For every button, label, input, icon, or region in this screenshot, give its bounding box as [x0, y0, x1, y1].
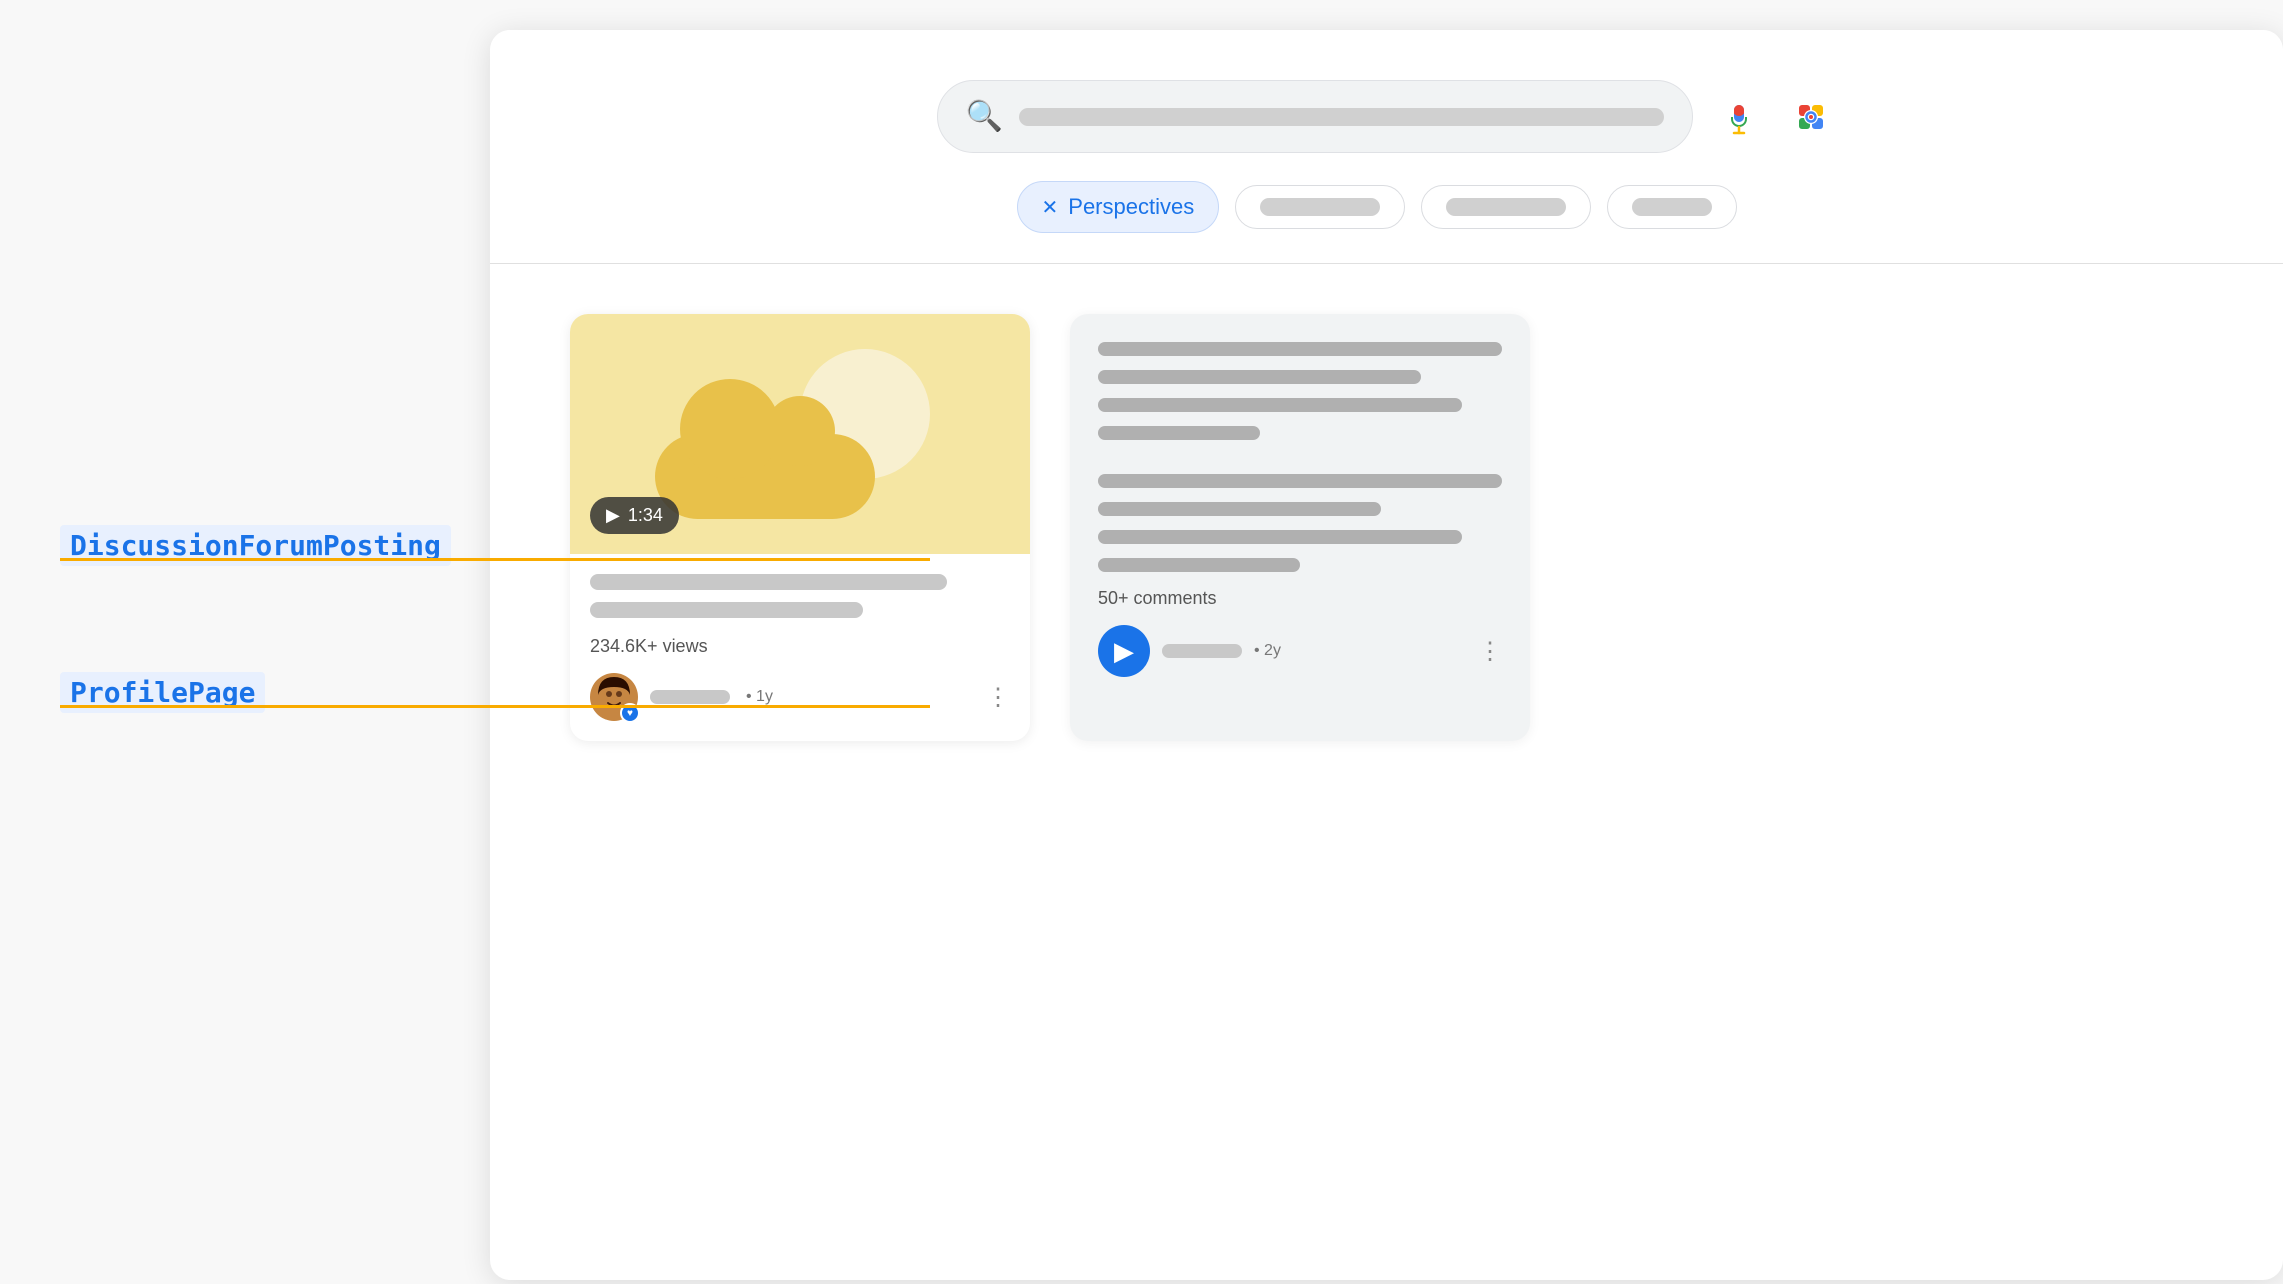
article-line-1 — [1098, 342, 1502, 356]
cloud-bump-2 — [765, 396, 835, 466]
lens-search-button[interactable] — [1785, 91, 1837, 143]
article-line-6 — [1098, 502, 1381, 516]
filter-chips: ✕ Perspectives — [937, 153, 1837, 233]
article-author-avatar: ▶ — [1098, 625, 1150, 677]
search-area: 🔍 — [490, 30, 2283, 264]
close-icon[interactable]: ✕ — [1042, 195, 1059, 220]
video-time: • 1y — [746, 688, 773, 706]
perspectives-chip[interactable]: ✕ Perspectives — [1017, 181, 1220, 233]
filter-chip-4[interactable] — [1607, 185, 1737, 229]
article-comments: 50+ comments — [1098, 588, 1502, 609]
video-title-line-1 — [590, 574, 947, 590]
search-bar[interactable]: 🔍 — [937, 80, 1693, 153]
article-author-name-placeholder — [1162, 644, 1242, 658]
chip-3-placeholder — [1446, 198, 1566, 216]
article-time: • 2y — [1254, 642, 1281, 660]
video-duration: 1:34 — [628, 505, 663, 526]
video-card: ▶ 1:34 234.6K+ views — [570, 314, 1030, 741]
filter-chip-3[interactable] — [1421, 185, 1591, 229]
video-author-row: ♥ • 1y ⋮ — [590, 673, 1010, 721]
play-icon: ▶ — [606, 505, 620, 526]
author-avatar-container: ♥ — [590, 673, 638, 721]
perspectives-chip-label: Perspectives — [1068, 194, 1194, 220]
video-more-button[interactable]: ⋮ — [986, 683, 1010, 712]
video-title-line-2 — [590, 602, 863, 618]
browser-card: 🔍 — [490, 30, 2283, 1280]
article-line-4 — [1098, 426, 1260, 440]
search-bar-container: 🔍 — [937, 80, 1837, 153]
video-thumbnail: ▶ 1:34 — [570, 314, 1030, 554]
results-area: ▶ 1:34 234.6K+ views — [490, 264, 2190, 791]
article-card: 50+ comments ▶ • 2y ⋮ — [1070, 314, 1530, 741]
article-line-8 — [1098, 558, 1300, 572]
star-icon: ▶ — [1114, 636, 1134, 667]
video-duration-badge: ▶ 1:34 — [590, 497, 679, 534]
video-info: 234.6K+ views — [570, 554, 1030, 741]
article-line-3 — [1098, 398, 1462, 412]
cloud-body — [655, 434, 875, 519]
voice-search-button[interactable] — [1713, 91, 1765, 143]
video-views: 234.6K+ views — [590, 636, 1010, 657]
article-author-row: ▶ • 2y ⋮ — [1098, 625, 1502, 677]
article-line-5 — [1098, 474, 1502, 488]
weather-illustration — [650, 334, 950, 534]
discussion-forum-line — [60, 558, 930, 561]
chip-2-placeholder — [1260, 198, 1380, 216]
author-name-placeholder — [650, 690, 730, 704]
chip-4-placeholder — [1632, 198, 1712, 216]
filter-chip-2[interactable] — [1235, 185, 1405, 229]
article-line-7 — [1098, 530, 1462, 544]
article-more-button[interactable]: ⋮ — [1478, 637, 1502, 666]
article-line-2 — [1098, 370, 1421, 384]
search-icon: 🔍 — [966, 99, 1003, 134]
profile-page-line — [60, 705, 930, 708]
search-placeholder-bar — [1019, 108, 1664, 126]
